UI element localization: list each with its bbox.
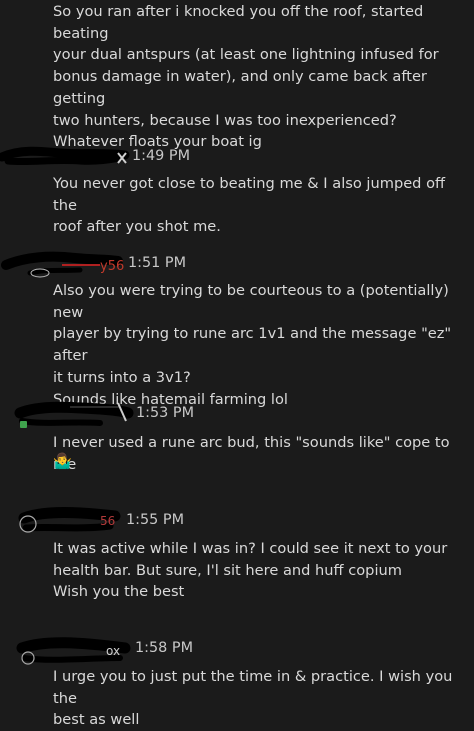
message-timestamp: 1:49 PM xyxy=(132,148,190,164)
message-timestamp: 1:51 PM xyxy=(128,255,186,271)
message-text: Also you were trying to be courteous to … xyxy=(53,282,452,408)
message-text: I never used a rune arc bud, this "sound… xyxy=(53,434,450,473)
svg-text:56: 56 xyxy=(100,514,115,528)
shrug-emoji-icon: 🤷‍♂️ xyxy=(53,452,72,470)
message-timestamp: 1:55 PM xyxy=(126,512,184,528)
message-header: 56 1:55 PM xyxy=(0,506,474,533)
redacted-avatar: y56 xyxy=(1,251,124,278)
redacted-avatar: 56 xyxy=(18,507,121,533)
message-header: 1:53 PM xyxy=(0,399,474,428)
message-timestamp: 1:58 PM xyxy=(135,640,193,656)
redacted-avatar xyxy=(0,146,130,166)
redacted-avatar: ox xyxy=(16,637,131,665)
message-text: It was active while I was in? I could se… xyxy=(53,540,448,601)
message-header: x 1:49 PM xyxy=(0,143,474,167)
message-text: So you ran after i knocked you off the r… xyxy=(53,3,439,151)
message-header: y56 1:51 PM xyxy=(0,249,474,278)
svg-text:ox: ox xyxy=(106,644,120,658)
message-text: I urge you to just put the time in & pra… xyxy=(53,668,453,729)
svg-text:y56: y56 xyxy=(100,259,124,274)
message-timestamp: 1:53 PM xyxy=(136,405,194,421)
message-text: You never got close to beating me & I al… xyxy=(53,175,446,236)
message-header: ox 1:58 PM xyxy=(0,636,474,665)
redacted-avatar xyxy=(14,401,134,428)
